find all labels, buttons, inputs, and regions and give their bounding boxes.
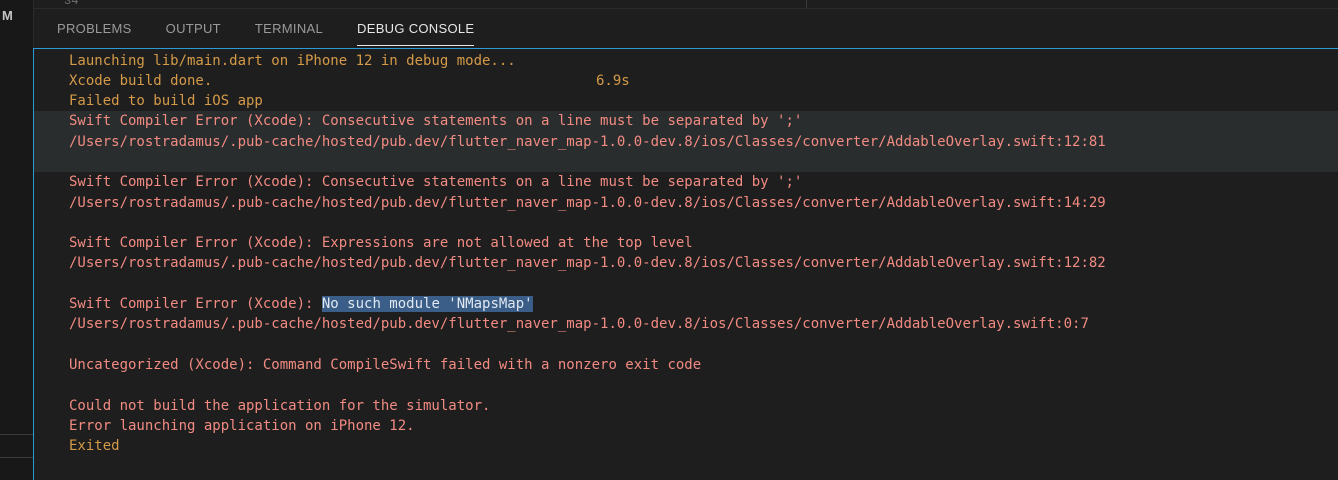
debug-console-output[interactable]: Launching lib/main.dart on iPhone 12 in … <box>33 48 1338 480</box>
console-line <box>34 151 1338 173</box>
editor-area: 34 <box>34 0 1338 9</box>
panel-tabs: PROBLEMS OUTPUT TERMINAL DEBUG CONSOLE <box>57 9 508 48</box>
tab-output[interactable]: OUTPUT <box>166 9 221 48</box>
console-line: Uncategorized (Xcode): Command CompileSw… <box>69 356 702 373</box>
panel-header: PROBLEMS OUTPUT TERMINAL DEBUG CONSOLE <box>34 9 1338 48</box>
activity-bar: M <box>0 0 34 480</box>
divider <box>0 434 33 435</box>
tab-terminal[interactable]: TERMINAL <box>255 9 323 48</box>
console-line: Swift Compiler Error (Xcode): Expression… <box>69 235 693 252</box>
tab-problems[interactable]: PROBLEMS <box>57 9 132 48</box>
console-line: Swift Compiler Error (Xcode): Consecutiv… <box>69 174 803 191</box>
console-line[interactable]: /Users/rostradamus/.pub-cache/hosted/pub… <box>34 131 1338 152</box>
editor-divider <box>806 0 807 8</box>
file-path-link[interactable]: /Users/rostradamus/.pub-cache/hosted/pub… <box>69 134 1106 150</box>
divider <box>0 457 33 458</box>
console-line: Swift Compiler Error (Xcode): Consecutiv… <box>34 111 1338 132</box>
console-line: Failed to build iOS app <box>69 93 263 110</box>
console-line[interactable]: /Users/rostradamus/.pub-cache/hosted/pub… <box>34 314 1338 334</box>
file-path-link[interactable]: /Users/rostradamus/.pub-cache/hosted/pub… <box>69 316 1089 332</box>
file-path-link[interactable]: /Users/rostradamus/.pub-cache/hosted/pub… <box>69 255 1106 271</box>
text-selection: No such module 'NMapsMap' <box>321 296 533 313</box>
line-number: 34 <box>64 0 79 8</box>
console-line: Launching lib/main.dart on iPhone 12 in … <box>69 52 516 69</box>
console-line: Error launching application on iPhone 12… <box>69 417 415 434</box>
console-line[interactable]: /Users/rostradamus/.pub-cache/hosted/pub… <box>34 253 1338 273</box>
console-line: Swift Compiler Error (Xcode): No such mo… <box>69 296 533 313</box>
console-line: Exited <box>69 438 120 455</box>
tab-debug-console[interactable]: DEBUG CONSOLE <box>357 9 475 48</box>
file-path-link[interactable]: /Users/rostradamus/.pub-cache/hosted/pub… <box>69 195 1106 211</box>
console-line[interactable]: /Users/rostradamus/.pub-cache/hosted/pub… <box>34 193 1338 213</box>
build-time: 6.9s <box>596 72 630 89</box>
console-line: Could not build the application for the … <box>69 397 491 414</box>
modified-indicator: M <box>2 8 13 23</box>
console-line: Xcode build done. 6.9s <box>34 71 1338 91</box>
